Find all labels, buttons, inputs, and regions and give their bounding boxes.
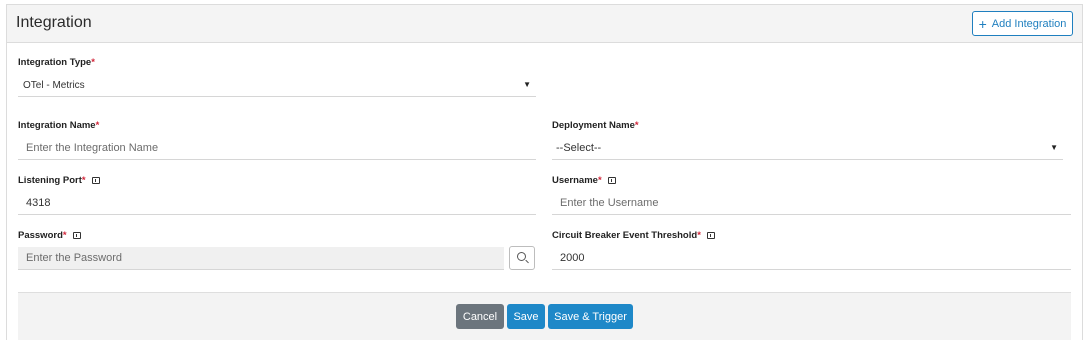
password-reveal-button[interactable]	[509, 246, 535, 270]
circuit-breaker-input[interactable]: 2000	[552, 247, 1071, 270]
add-integration-button[interactable]: + Add Integration	[972, 11, 1073, 36]
add-integration-label: Add Integration	[991, 17, 1067, 30]
required-marker: *	[62, 230, 67, 241]
deployment-name-value: --Select--	[556, 142, 602, 154]
username-input[interactable]: Enter the Username	[552, 192, 1071, 215]
circuit-breaker-label-text: Circuit Breaker Event Threshold	[552, 230, 698, 241]
username-placeholder: Enter the Username	[560, 197, 659, 209]
integration-name-input[interactable]: Enter the Integration Name	[18, 137, 536, 160]
username-label: Username*	[552, 175, 616, 186]
info-icon[interactable]	[72, 232, 81, 239]
required-marker: *	[597, 175, 602, 186]
required-marker: *	[91, 57, 95, 68]
save-button[interactable]: Save	[507, 304, 545, 329]
search-icon	[517, 252, 526, 261]
required-marker: *	[634, 120, 639, 131]
listening-port-value: 4318	[26, 197, 51, 209]
integration-name-placeholder: Enter the Integration Name	[26, 142, 159, 154]
listening-port-label: Listening Port*	[18, 175, 100, 186]
circuit-breaker-label: Circuit Breaker Event Threshold*	[552, 230, 715, 241]
deployment-name-select[interactable]: --Select-- ▼	[552, 137, 1063, 160]
integration-type-label: Integration Type*	[18, 57, 95, 68]
info-icon[interactable]	[607, 177, 616, 184]
page-title: Integration	[16, 14, 92, 31]
save-and-trigger-button[interactable]: Save & Trigger	[548, 304, 633, 329]
deployment-name-label-text: Deployment Name	[552, 120, 635, 131]
password-label: Password*	[18, 230, 81, 241]
info-icon[interactable]	[706, 232, 715, 239]
required-marker: *	[697, 230, 701, 241]
integration-type-label-text: Integration Type	[18, 57, 92, 68]
required-marker: *	[81, 175, 86, 186]
chevron-down-icon: ▼	[1050, 143, 1058, 152]
listening-port-label-text: Listening Port	[18, 175, 82, 186]
cancel-button[interactable]: Cancel	[456, 304, 504, 329]
integration-panel: Integration + Add Integration	[6, 4, 1083, 340]
circuit-breaker-value: 2000	[560, 252, 585, 264]
plus-icon: +	[978, 15, 987, 32]
integration-type-select[interactable]: OTel - Metrics ▼	[18, 74, 536, 97]
deployment-name-label: Deployment Name*	[552, 120, 639, 131]
required-marker: *	[95, 120, 100, 131]
info-icon[interactable]	[91, 177, 100, 184]
password-label-text: Password	[18, 230, 63, 241]
listening-port-input[interactable]: 4318	[18, 192, 536, 215]
password-input[interactable]: Enter the Password	[18, 247, 504, 270]
integration-name-label: Integration Name*	[18, 120, 99, 131]
panel-header: Integration + Add Integration	[7, 5, 1082, 43]
integration-type-value: OTel - Metrics	[23, 79, 85, 91]
password-placeholder: Enter the Password	[26, 252, 122, 264]
username-label-text: Username	[552, 175, 598, 186]
integration-name-label-text: Integration Name	[18, 120, 96, 131]
form-footer: Cancel Save Save & Trigger	[18, 292, 1071, 340]
chevron-down-icon: ▼	[523, 80, 531, 89]
